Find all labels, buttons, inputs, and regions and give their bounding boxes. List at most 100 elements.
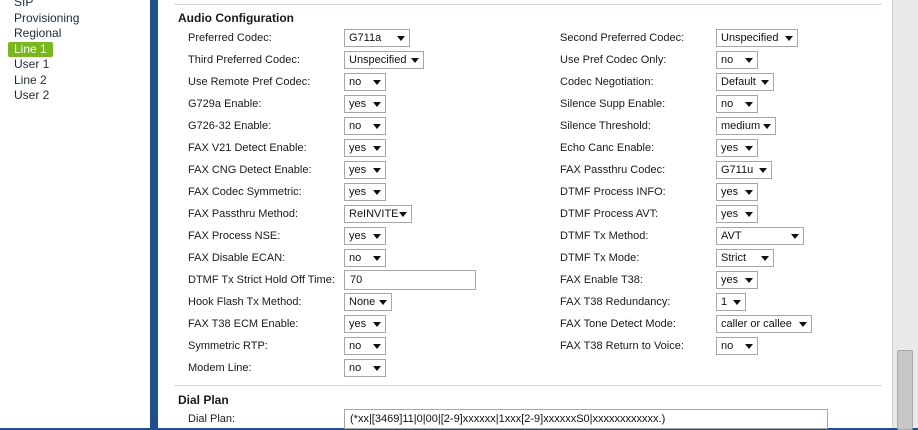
- dtmf-tx-mode-select[interactable]: Strict: [716, 249, 774, 267]
- chevron-down-icon: [373, 190, 381, 195]
- nav-item-regional[interactable]: Regional: [8, 26, 85, 42]
- chevron-down-icon: [373, 366, 381, 371]
- label-g729a-enable: G729a Enable:: [188, 98, 262, 110]
- chevron-down-icon: [411, 58, 419, 63]
- fax-enable-t38-select[interactable]: yes: [716, 271, 758, 289]
- chevron-down-icon: [373, 124, 381, 129]
- dtmf-process-info-select[interactable]: yes: [716, 183, 758, 201]
- label-fax-t38-ecm-enable: FAX T38 ECM Enable:: [188, 318, 299, 330]
- select-value: no: [349, 120, 362, 132]
- chevron-down-icon: [745, 212, 753, 217]
- label-dtmf-tx-strict-hold-off-time: DTMF Tx Strict Hold Off Time:: [188, 274, 335, 286]
- top-divider: [174, 4, 882, 5]
- label-fax-codec-symmetric: FAX Codec Symmetric:: [188, 186, 302, 198]
- vertical-scrollbar[interactable]: [892, 0, 918, 430]
- fax-t38-redundancy-select[interactable]: 1: [716, 293, 746, 311]
- fax-t38-ecm-enable-select[interactable]: yes: [344, 315, 386, 333]
- fax-t38-return-to-voice-select[interactable]: no: [716, 337, 758, 355]
- modem-line-select[interactable]: no: [344, 359, 386, 377]
- fax-cng-detect-enable-select[interactable]: yes: [344, 161, 386, 179]
- symmetric-rtp-select[interactable]: no: [344, 337, 386, 355]
- label-fax-disable-ecan: FAX Disable ECAN:: [188, 252, 286, 264]
- label-silence-supp-enable: Silence Supp Enable:: [560, 98, 666, 110]
- chevron-down-icon: [373, 168, 381, 173]
- label-third-preferred-codec: Third Preferred Codec:: [188, 54, 300, 66]
- label-fax-enable-t38: FAX Enable T38:: [560, 274, 643, 286]
- second-preferred-codec-select[interactable]: Unspecified: [716, 29, 798, 47]
- select-value: ReINVITE: [349, 208, 399, 220]
- dtmf-tx-strict-hold-off-time-input[interactable]: 70: [344, 270, 476, 290]
- select-value: AVT: [721, 230, 742, 242]
- select-value: Unspecified: [721, 32, 779, 44]
- chevron-down-icon: [761, 256, 769, 261]
- label-fax-v21-detect-enable: FAX V21 Detect Enable:: [188, 142, 307, 154]
- chevron-down-icon: [763, 124, 771, 129]
- nav-item-user-2[interactable]: User 2: [8, 88, 85, 104]
- fax-v21-detect-enable-select[interactable]: yes: [344, 139, 386, 157]
- select-value: yes: [721, 186, 739, 198]
- silence-threshold-select[interactable]: medium: [716, 117, 776, 135]
- chevron-down-icon: [379, 300, 387, 305]
- select-value: yes: [349, 164, 367, 176]
- select-value: yes: [721, 142, 739, 154]
- select-value: no: [721, 98, 734, 110]
- select-value: yes: [349, 186, 367, 198]
- chevron-down-icon: [745, 146, 753, 151]
- fax-codec-symmetric-select[interactable]: yes: [344, 183, 386, 201]
- select-value: caller or callee: [721, 318, 792, 330]
- scrollbar-thumb[interactable]: [897, 350, 913, 430]
- preferred-codec-select[interactable]: G711a: [344, 29, 410, 47]
- echo-canc-enable-select[interactable]: yes: [716, 139, 758, 157]
- chevron-down-icon: [397, 36, 405, 41]
- select-value: yes: [721, 208, 739, 220]
- fax-disable-ecan-select[interactable]: no: [344, 249, 386, 267]
- nav-item-line-1[interactable]: Line 1: [8, 41, 53, 57]
- label-modem-line: Modem Line:: [188, 362, 252, 374]
- select-value: yes: [349, 230, 367, 242]
- select-value: Strict: [721, 252, 747, 264]
- label-dtmf-tx-mode: DTMF Tx Mode:: [560, 252, 640, 264]
- use-remote-pref-codec-select[interactable]: no: [344, 73, 386, 91]
- chevron-down-icon: [733, 300, 741, 305]
- chevron-down-icon: [373, 234, 381, 239]
- nav-item-user-1[interactable]: User 1: [8, 57, 85, 73]
- chevron-down-icon: [373, 256, 381, 261]
- label-second-preferred-codec: Second Preferred Codec:: [560, 32, 685, 44]
- label-fax-passthru-codec: FAX Passthru Codec:: [560, 164, 666, 176]
- sidebar-nav: SIP Provisioning Regional Line 1 User 1 …: [8, 0, 85, 104]
- chevron-down-icon: [373, 146, 381, 151]
- dial-plan-input[interactable]: (*xx|[3469]11|0|00|[2-9]xxxxxx|1xxx[2-9]…: [344, 409, 828, 429]
- chevron-down-icon: [745, 102, 753, 107]
- sidebar-divider: [150, 0, 158, 428]
- select-value: 1: [721, 296, 728, 308]
- g729a-enable-select[interactable]: yes: [344, 95, 386, 113]
- fax-tone-detect-mode-select[interactable]: caller or callee: [716, 315, 812, 333]
- silence-supp-enable-select[interactable]: no: [716, 95, 758, 113]
- select-value: yes: [721, 274, 739, 286]
- nav-item-sip[interactable]: SIP: [8, 0, 85, 11]
- dial-plan-divider: [174, 385, 882, 386]
- nav-item-provisioning[interactable]: Provisioning: [8, 11, 85, 27]
- third-preferred-codec-select[interactable]: Unspecified: [344, 51, 424, 69]
- select-value: G711u: [721, 164, 754, 176]
- chevron-down-icon: [759, 168, 767, 173]
- codec-negotiation-select[interactable]: Default: [716, 73, 774, 91]
- dtmf-process-avt-select[interactable]: yes: [716, 205, 758, 223]
- label-fax-t38-redundancy: FAX T38 Redundancy:: [560, 296, 671, 308]
- fax-passthru-codec-select[interactable]: G711u: [716, 161, 772, 179]
- chevron-down-icon: [785, 36, 793, 41]
- select-value: yes: [349, 142, 367, 154]
- use-pref-codec-only-select[interactable]: no: [716, 51, 758, 69]
- nav-item-line-2[interactable]: Line 2: [8, 73, 85, 89]
- label-g726-32-enable: G726-32 Enable:: [188, 120, 272, 132]
- fax-passthru-method-select[interactable]: ReINVITE: [344, 205, 412, 223]
- hook-flash-tx-method-select[interactable]: None: [344, 293, 392, 311]
- chevron-down-icon: [373, 344, 381, 349]
- select-value: no: [349, 76, 362, 88]
- fax-process-nse-select[interactable]: yes: [344, 227, 386, 245]
- dtmf-tx-method-select[interactable]: AVT: [716, 227, 804, 245]
- main-content: Audio Configuration Preferred Codec: G711…: [158, 0, 892, 429]
- label-codec-negotiation: Codec Negotiation:: [560, 76, 654, 88]
- select-value: G711a: [349, 32, 382, 44]
- g726-32-enable-select[interactable]: no: [344, 117, 386, 135]
